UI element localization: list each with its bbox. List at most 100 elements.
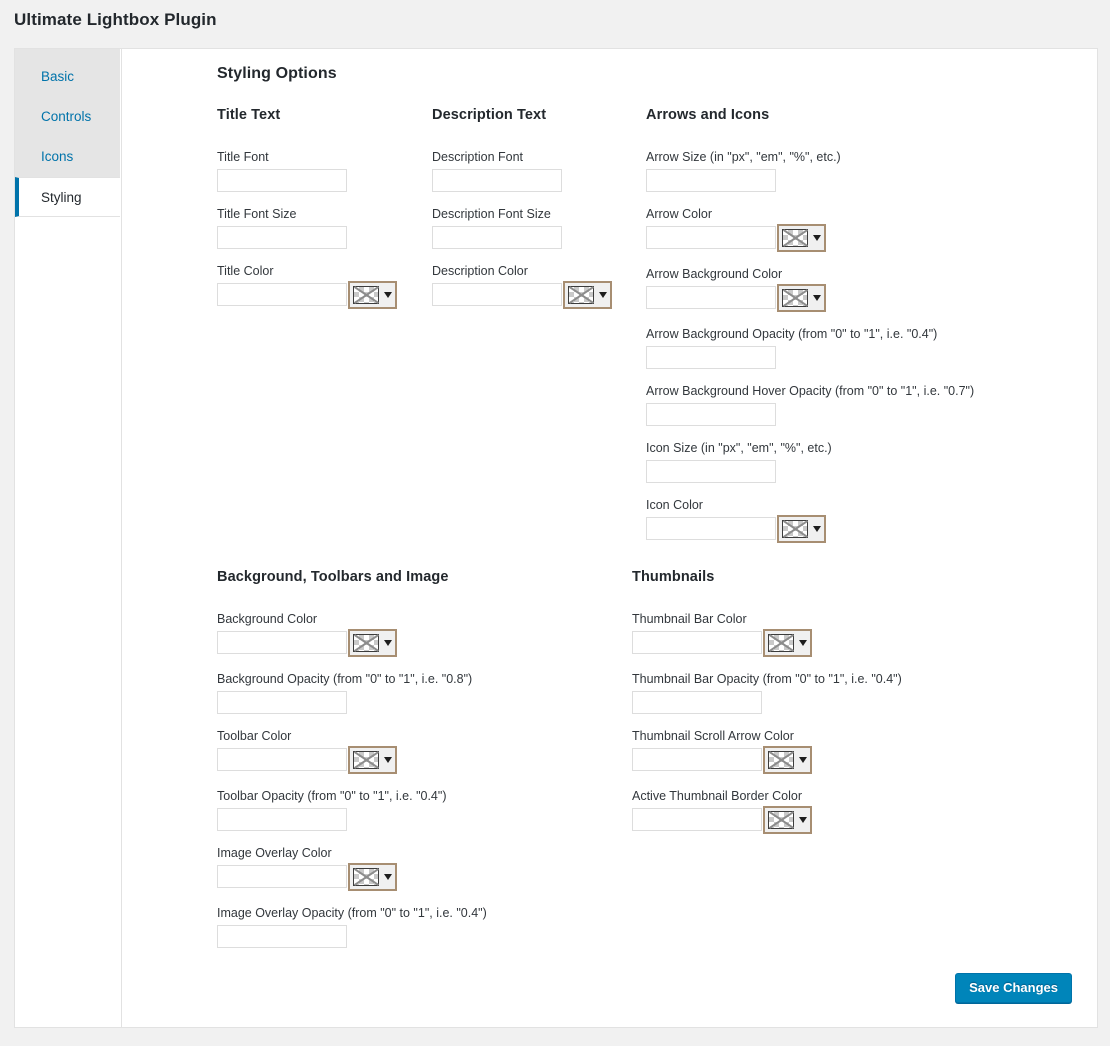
column-background-toolbars-image: Background, Toolbars and Image Backgroun… [217, 569, 487, 962]
field-label: Thumbnail Bar Opacity (from "0" to "1", … [632, 672, 902, 686]
field-label: Thumbnail Bar Color [632, 612, 747, 626]
chevron-down-icon [384, 757, 392, 763]
toolbar-opacity-input[interactable] [217, 808, 347, 831]
field-background-color: Background Color [217, 611, 487, 657]
field-description-font: Description Font [432, 149, 612, 192]
field-description-font-size: Description Font Size [432, 206, 612, 249]
color-swatch-transparent-icon [782, 520, 808, 538]
thumbnail-bar-color-input[interactable] [632, 631, 762, 654]
field-label: Title Font Size [217, 207, 297, 221]
field-description-color: Description Color [432, 263, 612, 309]
field-toolbar-color: Toolbar Color [217, 728, 487, 774]
field-label: Background Color [217, 612, 318, 626]
arrow-background-hover-opacity-input[interactable] [646, 403, 776, 426]
settings-content: Styling Options Title Text Title Font Ti… [121, 49, 1097, 1027]
column-description-text: Description Text Description Font Descri… [432, 107, 612, 323]
color-swatch-transparent-icon [782, 289, 808, 307]
toolbar-color-picker-button[interactable] [348, 746, 397, 774]
column-heading: Arrows and Icons [646, 107, 770, 123]
description-font-size-input[interactable] [432, 226, 562, 249]
field-label: Image Overlay Opacity (from "0" to "1", … [217, 906, 487, 920]
field-label: Thumbnail Scroll Arrow Color [632, 729, 794, 743]
title-color-input[interactable] [217, 283, 347, 306]
background-color-input[interactable] [217, 631, 347, 654]
thumbnail-scroll-arrow-color-input[interactable] [632, 748, 762, 771]
arrow-color-input[interactable] [646, 226, 776, 249]
chevron-down-icon [799, 640, 807, 646]
field-label: Arrow Background Opacity (from "0" to "1… [646, 327, 938, 341]
thumbnail-scroll-arrow-color-picker-button[interactable] [763, 746, 812, 774]
description-color-picker-button[interactable] [563, 281, 612, 309]
sidebar-item-label: Basic [41, 69, 75, 84]
description-font-input[interactable] [432, 169, 562, 192]
icon-color-input[interactable] [646, 517, 776, 540]
sidebar-item-label: Controls [41, 109, 92, 124]
sidebar-item-styling[interactable]: Styling [15, 177, 120, 217]
chevron-down-icon [384, 292, 392, 298]
page-title: Ultimate Lightbox Plugin [14, 10, 217, 29]
sidebar-item-controls[interactable]: Controls [15, 97, 120, 137]
color-swatch-transparent-icon [353, 868, 379, 886]
field-thumbnail-bar-opacity: Thumbnail Bar Opacity (from "0" to "1", … [632, 671, 902, 714]
field-title-color: Title Color [217, 263, 397, 309]
column-title-text: Title Text Title Font Title Font Size Ti… [217, 107, 397, 323]
field-arrow-color: Arrow Color [646, 206, 974, 252]
icon-size-input[interactable] [646, 460, 776, 483]
field-arrow-background-hover-opacity: Arrow Background Hover Opacity (from "0"… [646, 383, 974, 426]
description-color-input[interactable] [432, 283, 562, 306]
color-swatch-transparent-icon [353, 751, 379, 769]
sidebar-item-icons[interactable]: Icons [15, 137, 120, 177]
column-thumbnails: Thumbnails Thumbnail Bar Color Thumbnail… [632, 569, 902, 848]
title-font-size-input[interactable] [217, 226, 347, 249]
background-opacity-input[interactable] [217, 691, 347, 714]
active-thumbnail-border-color-picker-button[interactable] [763, 806, 812, 834]
image-overlay-color-input[interactable] [217, 865, 347, 888]
toolbar-color-input[interactable] [217, 748, 347, 771]
arrow-size-input[interactable] [646, 169, 776, 192]
chevron-down-icon [384, 874, 392, 880]
field-label: Toolbar Color [217, 729, 292, 743]
field-label: Icon Color [646, 498, 703, 512]
image-overlay-color-picker-button[interactable] [348, 863, 397, 891]
field-image-overlay-opacity: Image Overlay Opacity (from "0" to "1", … [217, 905, 487, 948]
field-label: Description Font [432, 150, 524, 164]
color-swatch-transparent-icon [353, 286, 379, 304]
column-heading: Title Text [217, 107, 281, 123]
field-label: Title Font [217, 150, 269, 164]
arrow-background-opacity-input[interactable] [646, 346, 776, 369]
column-heading: Thumbnails [632, 569, 715, 585]
active-thumbnail-border-color-input[interactable] [632, 808, 762, 831]
field-label: Arrow Size (in "px", "em", "%", etc.) [646, 150, 841, 164]
field-thumbnail-bar-color: Thumbnail Bar Color [632, 611, 902, 657]
chevron-down-icon [384, 640, 392, 646]
title-color-picker-button[interactable] [348, 281, 397, 309]
icon-color-picker-button[interactable] [777, 515, 826, 543]
arrow-background-color-picker-button[interactable] [777, 284, 826, 312]
arrow-background-color-input[interactable] [646, 286, 776, 309]
field-label: Title Color [217, 264, 274, 278]
field-arrow-size: Arrow Size (in "px", "em", "%", etc.) [646, 149, 974, 192]
chevron-down-icon [599, 292, 607, 298]
field-label: Arrow Background Color [646, 267, 783, 281]
column-heading: Description Text [432, 107, 547, 123]
image-overlay-opacity-input[interactable] [217, 925, 347, 948]
sidebar-item-label: Icons [41, 149, 74, 164]
column-arrows-and-icons: Arrows and Icons Arrow Size (in "px", "e… [646, 107, 974, 557]
arrow-color-picker-button[interactable] [777, 224, 826, 252]
title-font-input[interactable] [217, 169, 347, 192]
field-label: Image Overlay Color [217, 846, 332, 860]
field-image-overlay-color: Image Overlay Color [217, 845, 487, 891]
color-swatch-transparent-icon [768, 751, 794, 769]
chevron-down-icon [799, 757, 807, 763]
field-background-opacity: Background Opacity (from "0" to "1", i.e… [217, 671, 487, 714]
chevron-down-icon [813, 526, 821, 532]
thumbnail-bar-opacity-input[interactable] [632, 691, 762, 714]
background-color-picker-button[interactable] [348, 629, 397, 657]
field-label: Arrow Background Hover Opacity (from "0"… [646, 384, 975, 398]
field-label: Description Color [432, 264, 528, 278]
sidebar-item-basic[interactable]: Basic [15, 57, 120, 97]
color-swatch-transparent-icon [353, 634, 379, 652]
save-changes-button[interactable]: Save Changes [955, 973, 1072, 1003]
color-swatch-transparent-icon [768, 811, 794, 829]
thumbnail-bar-color-picker-button[interactable] [763, 629, 812, 657]
